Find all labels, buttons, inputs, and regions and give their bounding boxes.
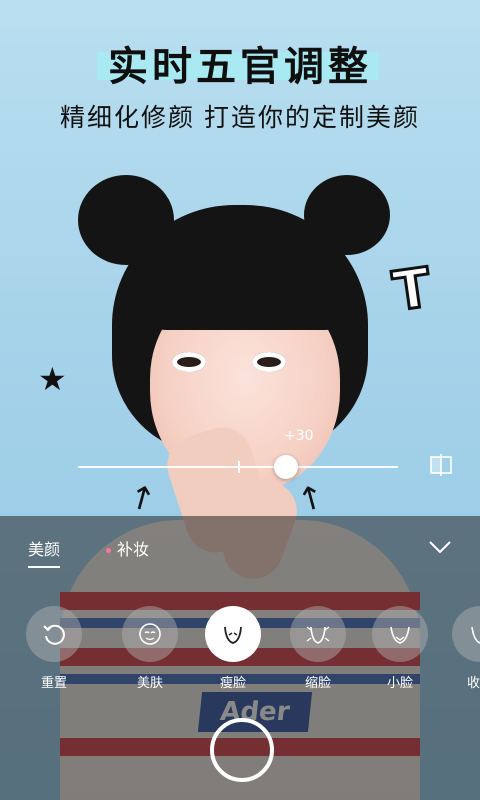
headline: 实时五官调整 [0,34,480,92]
right-eye [252,352,286,372]
tool-small-face[interactable]: 小脸 [368,606,432,691]
slider-handle[interactable] [274,455,298,479]
intensity-slider[interactable] [78,455,398,479]
shutter-button[interactable] [210,718,274,782]
tool-label: 收下 [466,676,480,691]
tool-label: 瘦脸 [219,676,246,691]
tool-row: 重置 美肤 瘦脸 缩脸 小脸 收 [0,606,480,696]
small-face-icon [372,606,428,662]
tool-label: 重置 [40,676,67,691]
tool-label: 美肤 [136,676,163,691]
tab-underline [28,566,60,568]
app-screen: Ader 实时五官调整 精细化修颜 打造你的定制美颜 ★ T ↗ ↖ +30 美… [0,0,480,800]
slider-value: +30 [284,428,314,444]
left-eye [172,352,206,372]
new-dot-icon [106,548,111,553]
tool-slim-face[interactable]: 瘦脸 [201,606,265,691]
tab-makeup[interactable]: 补妆 [106,536,149,560]
tab-beauty[interactable]: 美颜 [28,536,60,560]
chin-icon [452,606,480,662]
t-sticker-icon: T [388,254,436,325]
tab-makeup-label: 补妆 [117,540,150,559]
tool-skin[interactable]: 美肤 [118,606,182,691]
panel-tabs: 美颜 补妆 [0,516,480,576]
headline-title: 实时五官调整 [108,45,372,89]
tab-beauty-label: 美颜 [28,540,61,559]
slim-face-icon [205,606,261,662]
star-icon: ★ [38,360,67,398]
tool-label: 缩脸 [304,676,331,691]
chevron-down-icon[interactable] [426,532,454,560]
tool-label: 小脸 [386,676,413,691]
headline-subtitle: 精细化修颜 打造你的定制美颜 [60,104,420,132]
reset-icon [26,606,82,662]
compare-icon[interactable] [428,452,454,478]
tool-reset[interactable]: 重置 [22,606,86,691]
bangs [148,268,344,330]
slider-center-mark [238,461,240,473]
tool-shrink-face[interactable]: 缩脸 [286,606,350,691]
skin-icon [122,606,178,662]
shrink-face-icon [290,606,346,662]
tool-chin[interactable]: 收下 [448,606,480,691]
